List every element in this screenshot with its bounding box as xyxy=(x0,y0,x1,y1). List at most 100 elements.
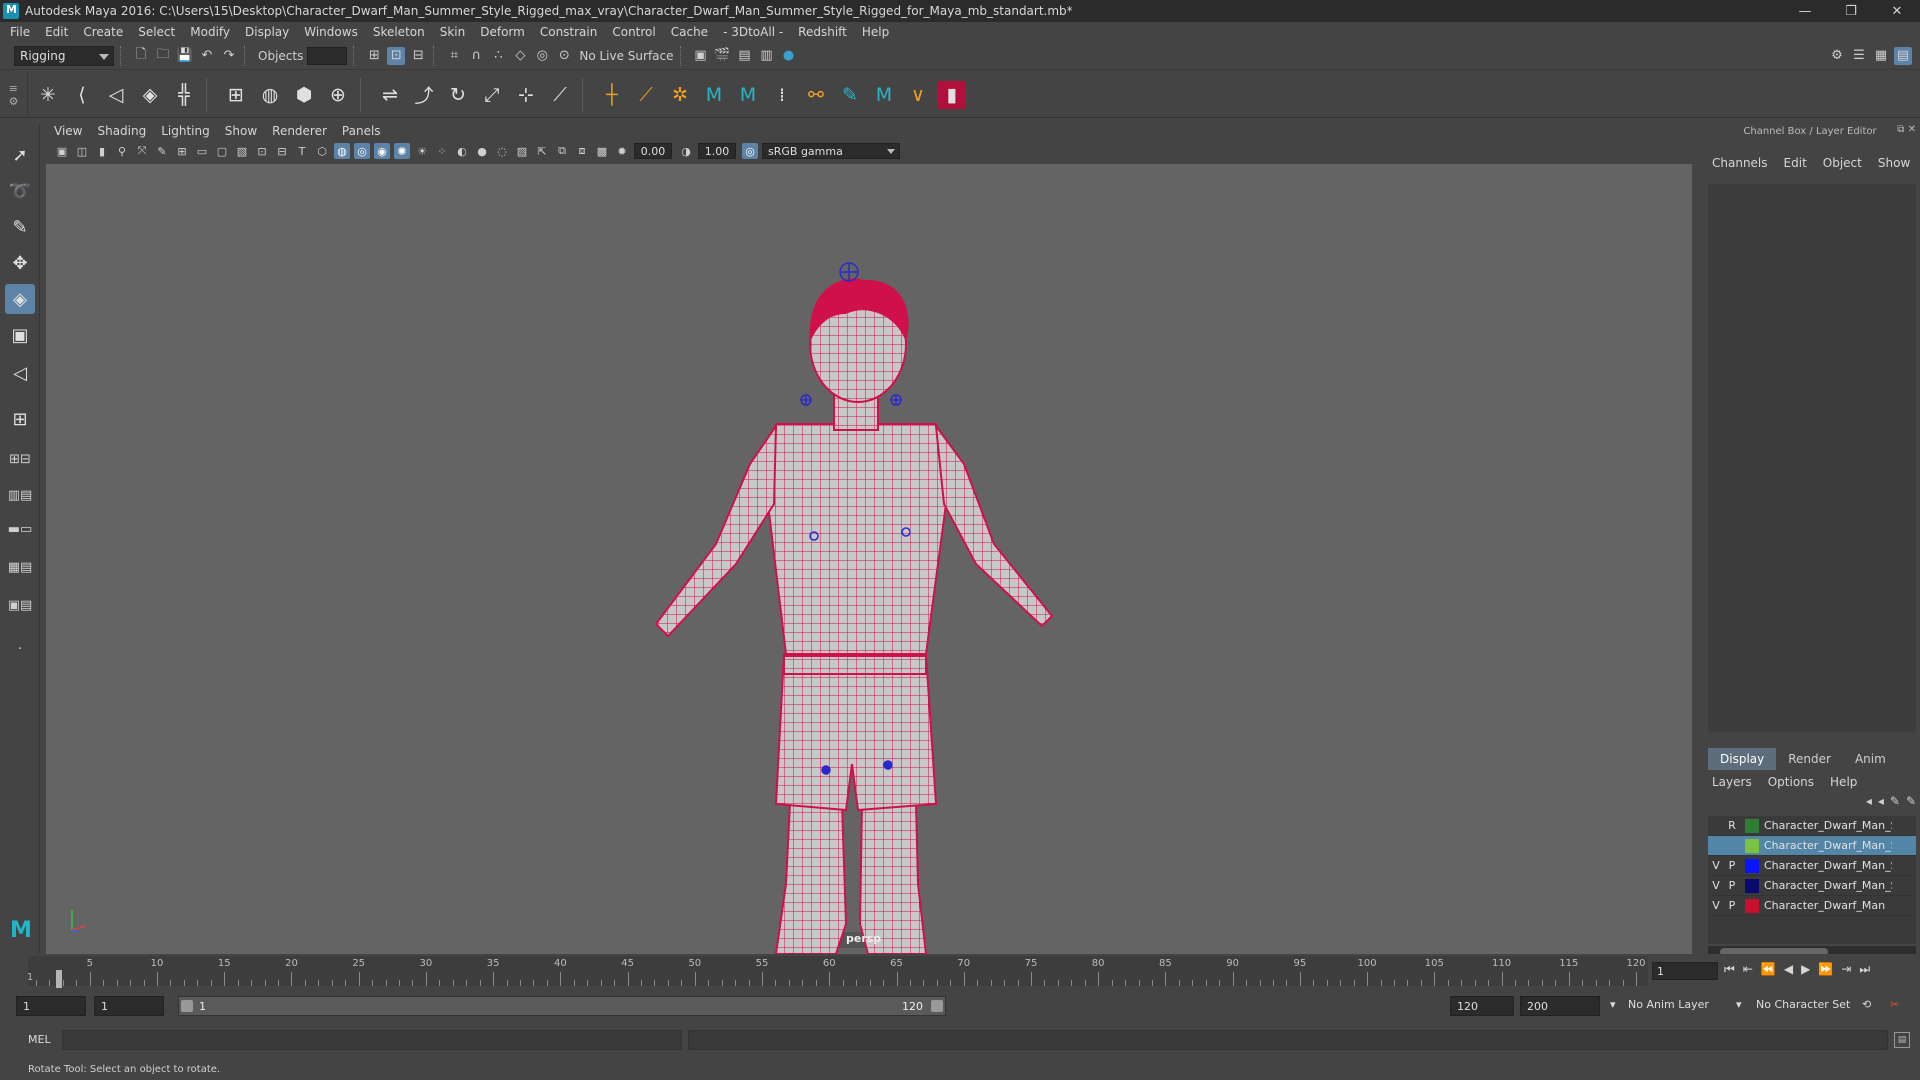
current-frame-field[interactable]: 1 xyxy=(1652,962,1718,980)
blend-shape-icon[interactable]: ✲ xyxy=(666,81,694,109)
screen-space-ao-icon[interactable]: ⁘ xyxy=(434,143,450,159)
wireframe-icon[interactable]: ⬡ xyxy=(314,143,330,159)
exposure-field[interactable]: 0.00 xyxy=(634,143,672,159)
layer-row[interactable]: Character_Dwarf_Man_Summ xyxy=(1708,836,1916,856)
layer-display-type-toggle[interactable]: P xyxy=(1724,899,1740,912)
snap-to-view-plane-icon[interactable]: ◇ xyxy=(511,47,529,65)
maya-script-icon[interactable]: M xyxy=(870,81,898,109)
xray-active-components-icon[interactable]: ⧈ xyxy=(574,143,590,159)
field-chart-icon[interactable]: ⊡ xyxy=(254,143,270,159)
new-layer-from-selected-icon[interactable]: ✎ xyxy=(1906,794,1916,814)
render-view-icon[interactable]: ▣ xyxy=(692,47,710,65)
character-set-dropdown[interactable]: No Character Set xyxy=(1756,998,1850,1011)
xray-icon[interactable]: ▨ xyxy=(514,143,530,159)
rig-tool-icon[interactable]: ⚯ xyxy=(802,81,830,109)
step-forward-frame-icon[interactable]: ⇥ xyxy=(1841,962,1851,977)
layer-color-swatch[interactable] xyxy=(1745,818,1759,833)
range-end-handle[interactable] xyxy=(931,1000,943,1012)
paint-select-tool-icon[interactable]: ✎ xyxy=(5,212,35,242)
play-forwards-icon[interactable]: ▶ xyxy=(1801,962,1810,977)
layer-menu-options[interactable]: Options xyxy=(1768,775,1814,789)
command-input[interactable] xyxy=(62,1030,682,1050)
menu-redshift[interactable]: Redshift xyxy=(798,25,847,39)
point-constraint-icon[interactable]: ⤴ xyxy=(410,81,438,109)
tab-render[interactable]: Render xyxy=(1776,748,1843,770)
menu-create[interactable]: Create xyxy=(83,25,123,39)
move-tool-icon[interactable]: ✥ xyxy=(5,248,35,278)
scale-constraint-icon[interactable]: ⤢ xyxy=(478,81,506,109)
open-scene-icon[interactable]: 🗀 xyxy=(154,47,172,65)
scale-tool-icon[interactable]: ▣ xyxy=(5,320,35,350)
layer-visibility-toggle[interactable]: V xyxy=(1708,899,1724,912)
ik-handle-icon[interactable]: ⟨ xyxy=(68,81,96,109)
script-editor-icon[interactable]: ▤ xyxy=(1894,1032,1910,1048)
layer-display-type-toggle[interactable]: R xyxy=(1724,819,1740,832)
viewport-menu-panels[interactable]: Panels xyxy=(342,124,381,138)
maximize-button[interactable]: ❐ xyxy=(1828,0,1874,22)
select-tool-icon[interactable]: ➚ xyxy=(5,140,35,170)
play-backwards-icon[interactable]: ◀ xyxy=(1784,962,1793,977)
smooth-bind-icon[interactable]: ◍ xyxy=(256,81,284,109)
smooth-shade-icon[interactable]: ◍ xyxy=(334,143,350,159)
select-by-hierarchy-icon[interactable]: ⊞ xyxy=(365,47,383,65)
tab-anim[interactable]: Anim xyxy=(1843,748,1898,770)
mirror-joint-icon[interactable]: ╬ xyxy=(170,81,198,109)
menu-skeleton[interactable]: Skeleton xyxy=(373,25,425,39)
locator-icon[interactable]: ┼ xyxy=(598,81,626,109)
tab-display[interactable]: Display xyxy=(1708,748,1777,770)
move-layer-up-icon[interactable]: ◂ xyxy=(1866,794,1872,814)
snap-to-point-icon[interactable]: ∴ xyxy=(489,47,507,65)
color-management-icon[interactable]: ◎ xyxy=(742,143,758,159)
viewport-menu-view[interactable]: View xyxy=(54,124,82,138)
panel-float-close-icon[interactable]: ⧉ ✕ xyxy=(1897,124,1916,135)
chevron-down-icon[interactable]: ▾ xyxy=(1610,998,1616,1011)
snap-to-grid-icon[interactable]: ⌗ xyxy=(445,47,463,65)
gate-mask-icon[interactable]: ▧ xyxy=(234,143,250,159)
camera-attributes-icon[interactable]: ◫ xyxy=(74,143,90,159)
bookmark-icon[interactable]: ▮ xyxy=(94,143,110,159)
channel-box-menu-object[interactable]: Object xyxy=(1823,156,1862,170)
menu-help[interactable]: Help xyxy=(862,25,889,39)
menu-display[interactable]: Display xyxy=(245,25,289,39)
layer-menu-help[interactable]: Help xyxy=(1830,775,1857,789)
layer-color-swatch[interactable] xyxy=(1745,858,1759,873)
minimize-button[interactable]: — xyxy=(1782,0,1828,22)
pole-vector-icon[interactable]: ⟋ xyxy=(546,81,574,109)
shelf-tabs-handle[interactable]: ≡ ⚙ xyxy=(0,71,28,118)
playback-start-field[interactable]: 1 xyxy=(94,996,164,1016)
attribute-editor-icon[interactable]: ☰ xyxy=(1850,47,1868,65)
channel-box-toggle-icon[interactable]: ▤ xyxy=(1894,46,1912,65)
layer-display-type-toggle[interactable]: P xyxy=(1724,879,1740,892)
go-to-end-icon[interactable]: ⏭ xyxy=(1859,962,1870,977)
textured-icon[interactable]: ◉ xyxy=(374,143,390,159)
auto-key-icon[interactable]: ⟲ xyxy=(1862,998,1871,1011)
orient-constraint-icon[interactable]: ↻ xyxy=(444,81,472,109)
menu-windows[interactable]: Windows xyxy=(304,25,358,39)
layer-row[interactable]: V P Character_Dwarf_Man_S xyxy=(1708,876,1916,896)
component-editor-icon[interactable]: ⁞ xyxy=(768,81,796,109)
use-all-lights-icon[interactable]: ✺ xyxy=(394,143,410,159)
resolution-gate-icon[interactable]: ▢ xyxy=(214,143,230,159)
parent-constraint-icon[interactable]: ⇌ xyxy=(376,81,404,109)
command-language-label[interactable]: MEL xyxy=(28,1033,51,1046)
hypershade-icon[interactable]: ● xyxy=(780,47,798,65)
snap-to-curve-icon[interactable]: ∩ xyxy=(467,47,485,65)
menu-set-dropdown[interactable]: Rigging xyxy=(14,45,114,66)
perspective-viewport[interactable]: persp xyxy=(46,164,1692,954)
anim-layer-dropdown[interactable]: No Anim Layer xyxy=(1628,998,1709,1011)
quick-rig-icon[interactable]: M xyxy=(734,81,762,109)
gamma-icon[interactable]: ◑ xyxy=(678,143,694,159)
last-tool-icon[interactable]: ◁ xyxy=(5,358,35,388)
gamma-field[interactable]: 1.00 xyxy=(698,143,736,159)
menu-edit[interactable]: Edit xyxy=(45,25,68,39)
cluster-icon[interactable]: ⟋ xyxy=(632,81,660,109)
tool-settings-icon[interactable]: ▦ xyxy=(1872,47,1890,65)
persp-graph-layout-icon[interactable]: ▬▭ xyxy=(5,516,35,542)
four-view-layout-icon[interactable]: ⊞⊟ xyxy=(5,446,35,472)
joint-tool-icon[interactable]: ✳ xyxy=(34,81,62,109)
modeling-toolkit-icon[interactable]: ⚙ xyxy=(1828,47,1846,65)
layer-color-swatch[interactable] xyxy=(1745,878,1759,893)
layer-color-swatch[interactable] xyxy=(1745,898,1759,913)
select-by-component-icon[interactable]: ⊟ xyxy=(409,47,427,65)
menu-cache[interactable]: Cache xyxy=(671,25,708,39)
